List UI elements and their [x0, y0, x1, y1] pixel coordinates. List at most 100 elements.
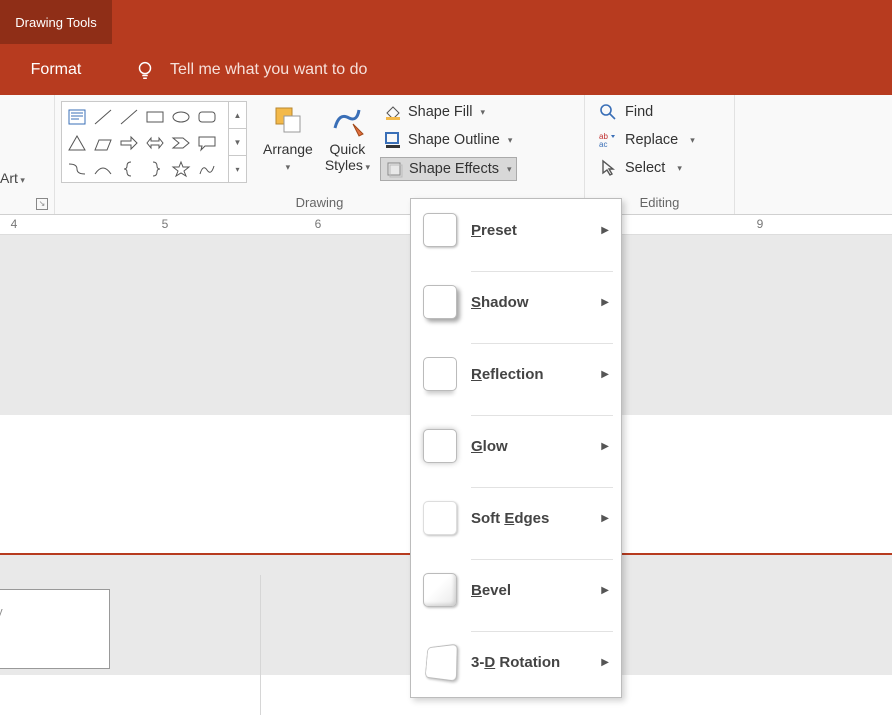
group-editing: Find abac Replace ▾ Select ▾ Editing: [585, 95, 735, 214]
tab-format[interactable]: Format: [0, 61, 112, 79]
caret-down-icon: ▾: [480, 107, 485, 118]
shapes-gallery[interactable]: ▲ ▼ ▾: [61, 101, 247, 183]
shape-effects-button[interactable]: Shape Effects ▾: [380, 157, 517, 181]
gallery-up-icon[interactable]: ▲: [229, 102, 246, 129]
effects-label: Reflection: [471, 366, 587, 383]
shape-freeform-icon[interactable]: [194, 156, 220, 182]
search-icon: [599, 103, 617, 121]
effects-label: Shadow: [471, 294, 587, 311]
context-menu-preview: Cut Copy: [0, 589, 110, 669]
caret-down-icon: ▾: [507, 164, 512, 175]
shape-doublearrow-icon[interactable]: [142, 130, 168, 156]
ribbon-tabs: Format Tell me what you want to do: [0, 44, 892, 95]
group-drawing: ▲ ▼ ▾ Arrange: [55, 95, 585, 214]
context-menu-cut: Cut: [0, 594, 105, 606]
dialog-launcher-icon[interactable]: ↘: [36, 198, 48, 210]
effects-label: 3-D Rotation: [471, 654, 587, 671]
quick-styles-label-2: Styles: [325, 157, 363, 173]
effects-item-rot3d[interactable]: 3-D Rotation ▶: [411, 637, 621, 687]
shape-outline-button[interactable]: Shape Outline ▾: [380, 129, 517, 151]
context-menu-copy: Copy: [0, 606, 105, 618]
divider: [260, 575, 261, 715]
select-label: Select: [625, 160, 665, 176]
shape-brace-r-icon[interactable]: [142, 156, 168, 182]
gallery-scroll[interactable]: ▲ ▼ ▾: [228, 102, 246, 182]
shape-callout-icon[interactable]: [194, 130, 220, 156]
arrange-label: Arrange: [263, 141, 313, 157]
effects-label: Bevel: [471, 582, 587, 599]
shape-roundrect-icon[interactable]: [194, 104, 220, 130]
effects-thumb-soft-icon: [423, 501, 457, 535]
effects-label: Soft Edges: [471, 510, 587, 527]
ribbon: Art ↘: [0, 95, 892, 215]
tell-me-search[interactable]: Tell me what you want to do: [134, 59, 367, 81]
effects-item-glow[interactable]: Glow ▶: [411, 421, 621, 471]
shape-oval-icon[interactable]: [168, 104, 194, 130]
effects-item-preset[interactable]: Preset ▶: [411, 205, 621, 255]
find-button[interactable]: Find: [597, 101, 697, 123]
replace-label: Replace: [625, 132, 678, 148]
gallery-down-icon[interactable]: ▼: [229, 129, 246, 156]
effects-label: Preset: [471, 222, 587, 239]
arrange-icon: [270, 102, 306, 138]
shape-textbox-icon[interactable]: [64, 104, 90, 130]
effects-thumb-glow-icon: [423, 429, 457, 463]
submenu-arrow-icon: ▶: [601, 585, 609, 596]
shape-arc-icon[interactable]: [90, 156, 116, 182]
gallery-more-icon[interactable]: ▾: [229, 156, 246, 182]
wordart-styles-group-stub: Art ↘: [0, 95, 55, 214]
shape-line2-icon[interactable]: [116, 104, 142, 130]
shape-fill-button[interactable]: Shape Fill ▾: [380, 101, 517, 123]
find-label: Find: [625, 104, 653, 120]
ruler-mark: 6: [315, 217, 322, 231]
shape-fill-label: Shape Fill: [408, 104, 472, 120]
effects-thumb-shadow-icon: [423, 285, 457, 319]
shape-triangle-icon[interactable]: [64, 130, 90, 156]
effects-item-shadow[interactable]: Shadow▶: [411, 277, 621, 327]
replace-icon: abac: [599, 131, 617, 149]
effects-item-bevel[interactable]: Bevel ▶: [411, 565, 621, 615]
shape-fill-icon: [384, 103, 402, 121]
quick-styles-label-1: Quick: [329, 141, 365, 157]
shape-outline-icon: [384, 131, 402, 149]
effects-thumb-rot3d-icon: [425, 644, 458, 682]
contextual-tab-bar: Drawing Tools: [0, 0, 892, 44]
effects-thumb-preset-icon: [423, 213, 457, 247]
shape-brace-l-icon[interactable]: [116, 156, 142, 182]
arrange-button[interactable]: Arrange: [257, 99, 319, 175]
shape-rect-icon[interactable]: [142, 104, 168, 130]
ruler-mark: 5: [162, 217, 169, 231]
submenu-arrow-icon: ▶: [601, 225, 609, 236]
quick-styles-icon: [329, 102, 365, 138]
shape-line-icon[interactable]: [90, 104, 116, 130]
ruler-mark: 4: [11, 217, 18, 231]
shape-star-icon[interactable]: [168, 156, 194, 182]
svg-text:ac: ac: [599, 140, 607, 149]
shape-effects-icon: [385, 160, 403, 178]
effects-thumb-refl-icon: [423, 357, 457, 391]
effects-item-soft[interactable]: Soft Edges ▶: [411, 493, 621, 543]
submenu-arrow-icon: ▶: [601, 441, 609, 452]
cursor-icon: [599, 159, 617, 177]
lightbulb-icon: [134, 59, 156, 81]
shape-chevron-icon[interactable]: [168, 130, 194, 156]
shape-effects-label: Shape Effects: [409, 161, 499, 177]
caret-down-icon: ▾: [677, 163, 682, 174]
tell-me-placeholder: Tell me what you want to do: [170, 61, 367, 79]
submenu-arrow-icon: ▶: [601, 369, 609, 380]
replace-button[interactable]: abac Replace ▾: [597, 129, 697, 151]
select-button[interactable]: Select ▾: [597, 157, 697, 179]
shape-connector-icon[interactable]: [64, 156, 90, 182]
drawing-tools-tab: Drawing Tools: [0, 0, 112, 44]
effects-label: Glow: [471, 438, 587, 455]
wordart-label[interactable]: Art: [0, 170, 25, 186]
submenu-arrow-icon: ▶: [601, 657, 609, 668]
quick-styles-button[interactable]: Quick Styles: [319, 99, 376, 175]
effects-item-refl[interactable]: Reflection ▶: [411, 349, 621, 399]
submenu-arrow-icon: ▶: [601, 513, 609, 524]
shape-diamond-icon[interactable]: [90, 130, 116, 156]
shape-arrow-icon[interactable]: [116, 130, 142, 156]
caret-down-icon: [286, 157, 291, 173]
caret-down-icon: [363, 157, 370, 173]
shape-outline-label: Shape Outline: [408, 132, 500, 148]
